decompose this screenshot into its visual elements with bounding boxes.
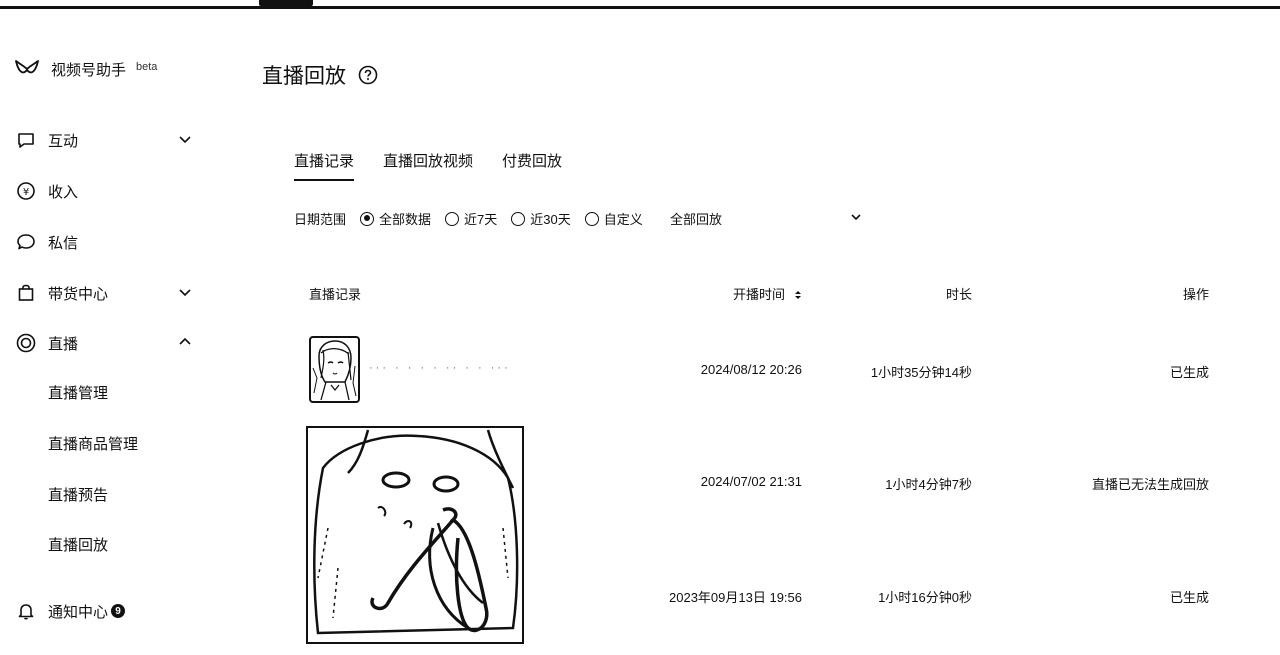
column-header-start-time[interactable]: 开播时间: [733, 284, 803, 303]
sidebar-item-label: 直播: [48, 335, 79, 353]
radio-checked-icon: [360, 211, 375, 226]
chat-square-icon: [16, 130, 36, 150]
app-name: 视频号助手: [51, 61, 127, 79]
yen-circle-icon: ¥: [16, 181, 36, 201]
sidebar-item-income[interactable]: ¥ 收入: [16, 176, 206, 206]
chevron-down-icon: [851, 214, 861, 221]
duration-cell: 1小时35分钟14秒: [870, 365, 972, 380]
svg-text:¥: ¥: [23, 187, 29, 198]
brand[interactable]: 视频号助手 beta: [14, 58, 157, 80]
radio-label: 全部数据: [379, 212, 432, 227]
radio-unchecked-icon: [584, 211, 599, 226]
select-value: 全部回放: [670, 212, 723, 227]
sidebar-subitem-live-replay[interactable]: 直播回放: [48, 534, 108, 558]
butterfly-logo-icon: [15, 60, 39, 74]
sort-icon: [795, 291, 802, 299]
start-time-cell: 2024/07/02 21:31: [700, 474, 802, 489]
live-thumbnail[interactable]: [309, 336, 360, 403]
sidebar-item-label: 互动: [48, 132, 79, 150]
sidebar-item-label: 带货中心: [48, 285, 109, 303]
sidebar-item-label: 通知中心: [48, 603, 109, 621]
date-filter-row: 日期范围 全部数据 近7天 近30天 自定义 全部回放: [294, 209, 861, 228]
radio-all-data[interactable]: 全部数据: [360, 209, 431, 228]
chevron-down-icon: [179, 289, 191, 297]
sidebar-item-label: 私信: [48, 234, 79, 252]
live-record-title[interactable]: ··· · · · · ·· · · ···: [369, 362, 511, 374]
sidebar-item-messages[interactable]: 私信: [16, 227, 206, 257]
cartoon-image: [313, 429, 519, 635]
beta-label: beta: [136, 61, 158, 73]
radio-last-30-days[interactable]: 近30天: [511, 209, 571, 228]
radio-last-7-days[interactable]: 近7天: [445, 209, 497, 228]
message-bubble-icon: [16, 232, 36, 252]
action-status-cell: 已生成: [1169, 365, 1209, 380]
chevron-up-icon: [179, 337, 191, 345]
sidebar-item-live[interactable]: 直播: [16, 328, 206, 358]
radio-label: 近7天: [464, 212, 498, 227]
sidebar-subitem-live-management[interactable]: 直播管理: [48, 382, 108, 406]
start-time-cell: 2024/08/12 20:26: [700, 362, 802, 377]
bell-icon: [16, 601, 36, 621]
date-range-label: 日期范围: [294, 212, 347, 227]
radio-custom[interactable]: 自定义: [584, 209, 643, 228]
tab-live-records[interactable]: 直播记录: [294, 150, 355, 181]
tab-paid-replay[interactable]: 付费回放: [502, 150, 562, 181]
column-header-record: 直播记录: [309, 287, 362, 302]
radio-unchecked-icon: [511, 211, 526, 226]
page-title-text: 直播回放: [262, 65, 346, 88]
replay-type-select[interactable]: 全部回放: [670, 209, 862, 228]
tab-bar: 直播记录 直播回放视频 付费回放: [294, 150, 591, 181]
sidebar-item-commerce[interactable]: 带货中心: [16, 278, 206, 308]
chevron-down-icon: [179, 136, 191, 144]
duration-cell: 1小时4分钟7秒: [885, 477, 972, 492]
radio-unchecked-icon: [445, 211, 460, 226]
help-question-icon[interactable]: [358, 65, 378, 85]
sidebar-subitem-live-products[interactable]: 直播商品管理: [48, 433, 138, 457]
radio-label: 自定义: [603, 212, 643, 227]
column-header-label: 开播时间: [733, 287, 786, 302]
shopping-bag-icon: [16, 283, 36, 303]
notification-count-badge: 9: [111, 604, 126, 618]
sidebar: 视频号助手 beta 互动 ¥ 收入 私信 带货中心 直播 直播管理 直播商品管…: [0, 0, 230, 655]
page-title: 直播回放: [262, 60, 378, 90]
duration-cell: 1小时16分钟0秒: [878, 590, 972, 605]
column-header-action: 操作: [1183, 287, 1210, 302]
sidebar-item-interaction[interactable]: 互动: [16, 125, 206, 155]
action-status-cell: 已生成: [1169, 590, 1209, 605]
action-status-cell: 直播已无法生成回放: [1091, 477, 1209, 492]
column-header-duration: 时长: [946, 287, 973, 302]
top-active-tab-indicator: [259, 0, 313, 6]
tab-replay-videos[interactable]: 直播回放视频: [383, 150, 473, 181]
sidebar-item-notifications[interactable]: 通知中心 9: [16, 596, 206, 626]
sidebar-item-label: 收入: [48, 183, 79, 201]
live-thumbnail[interactable]: [306, 426, 524, 644]
sidebar-subitem-live-preview[interactable]: 直播预告: [48, 484, 108, 508]
portrait-image: [312, 340, 357, 401]
start-time-cell: 2023年09月13日 19:56: [669, 590, 802, 605]
live-target-icon: [16, 333, 36, 353]
radio-label: 近30天: [530, 212, 571, 227]
